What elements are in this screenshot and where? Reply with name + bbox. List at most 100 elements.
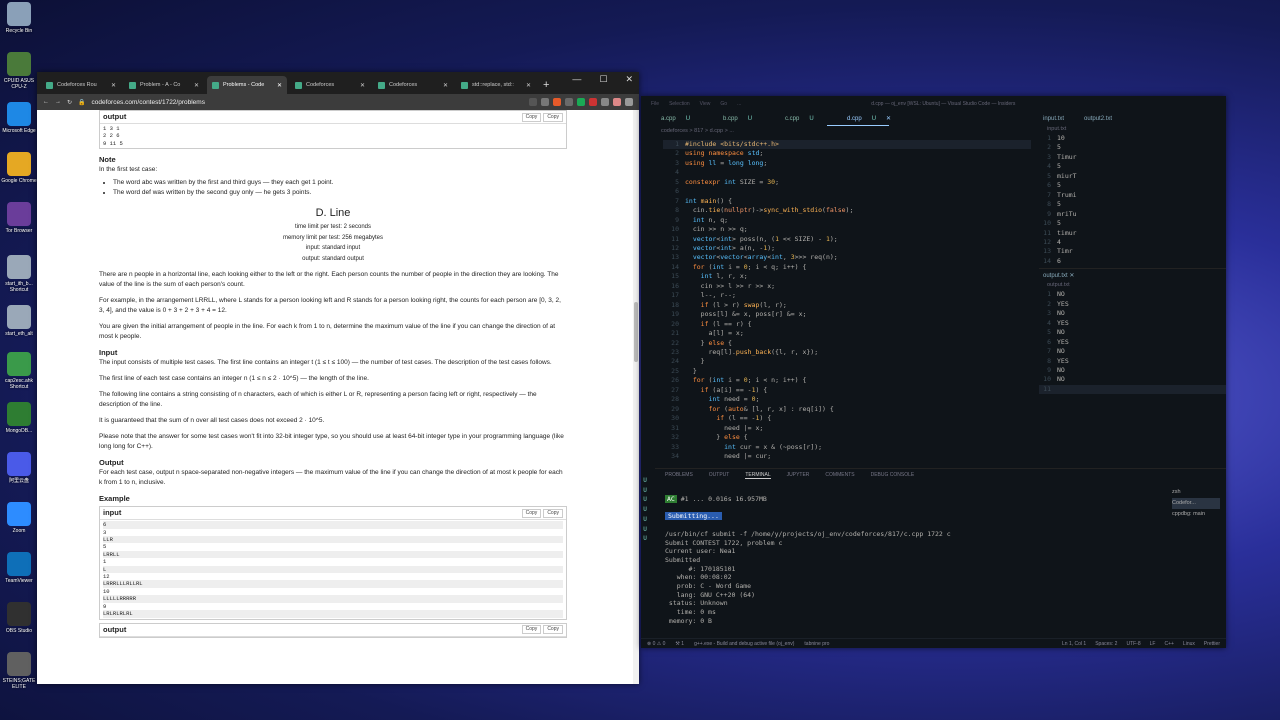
close-tab-icon[interactable]: ✕ bbox=[886, 115, 891, 122]
editor-tab[interactable]: a.cpp U bbox=[641, 112, 703, 126]
status-item[interactable]: Ln 1, Col 1 bbox=[1062, 641, 1086, 647]
code-token: < bbox=[759, 376, 772, 385]
browser-tab[interactable]: Codeforces ✕ bbox=[373, 76, 453, 94]
url-input[interactable]: codeforces.com/contest/1722/problems bbox=[92, 99, 205, 106]
maximize-icon[interactable]: ☐ bbox=[599, 74, 607, 85]
menu-item[interactable]: View bbox=[700, 101, 711, 107]
copy-button[interactable]: Copy bbox=[543, 625, 563, 634]
line-number: 7 bbox=[675, 196, 679, 205]
desktop-icon[interactable]: start_eth_alt bbox=[0, 305, 38, 337]
desktop-icon[interactable]: CPUID ASUS CPU-Z bbox=[0, 52, 38, 90]
close-tab-icon[interactable]: ✕ bbox=[443, 82, 448, 89]
status-item[interactable]: Spaces: 2 bbox=[1095, 641, 1117, 647]
desktop-icon[interactable]: Zoom bbox=[0, 502, 38, 534]
share-icon[interactable] bbox=[529, 98, 537, 106]
input-file-line: 1 10 bbox=[1039, 134, 1226, 143]
menu-item[interactable]: Selection bbox=[669, 101, 690, 107]
extension-icon[interactable] bbox=[553, 98, 561, 106]
status-item[interactable]: g++.exe - Build and debug active file (o… bbox=[694, 641, 794, 647]
tab-output-txt[interactable]: output.txt ✕ bbox=[1043, 272, 1074, 279]
ac-result: #1 ... 0.016s 16.957MB bbox=[676, 495, 767, 503]
close-tab-icon[interactable]: ✕ bbox=[360, 82, 365, 89]
desktop-icon[interactable]: start_ith_b... Shortcut bbox=[0, 255, 38, 293]
copy-button[interactable]: Copy bbox=[521, 625, 542, 634]
code-token: #include <bits/stdc++.h> bbox=[685, 140, 779, 148]
minimize-icon[interactable]: — bbox=[572, 74, 581, 85]
extension-icon[interactable] bbox=[577, 98, 585, 106]
close-tab-icon[interactable]: ✕ bbox=[277, 82, 282, 89]
panel-tab[interactable]: DEBUG CONSOLE bbox=[871, 472, 915, 478]
desktop-icon[interactable]: Microsoft Edge bbox=[0, 102, 38, 134]
browser-tab[interactable]: Problem - A - Co ✕ bbox=[124, 76, 204, 94]
line-number: 27 bbox=[671, 385, 679, 394]
status-item[interactable]: Linux bbox=[1183, 641, 1195, 647]
status-item[interactable]: UTF-8 bbox=[1126, 641, 1140, 647]
desktop-icon[interactable]: Tor Browser bbox=[0, 202, 38, 234]
panel-tab[interactable]: TERMINAL bbox=[745, 472, 771, 479]
reload-icon[interactable]: ↻ bbox=[67, 99, 72, 106]
forward-icon[interactable]: → bbox=[55, 99, 61, 105]
scrollbar-thumb[interactable] bbox=[634, 302, 638, 362]
panel-tab[interactable]: PROBLEMS bbox=[665, 472, 693, 478]
editor-tab[interactable]: d.cpp U ✕ bbox=[827, 112, 891, 126]
menu-item[interactable]: File bbox=[651, 101, 659, 107]
status-item[interactable]: LF bbox=[1150, 641, 1156, 647]
line-number: 9 bbox=[1047, 209, 1051, 218]
back-icon[interactable]: ← bbox=[43, 99, 49, 105]
browser-tab[interactable]: std::replace, std:: ✕ bbox=[456, 76, 536, 94]
desktop-icon[interactable]: TeamViewer bbox=[0, 552, 38, 584]
copy-button[interactable]: Copy bbox=[521, 112, 542, 122]
desktop-icon[interactable]: cap2esc.ahk Shortcut bbox=[0, 352, 38, 390]
close-tab-icon[interactable]: ✕ bbox=[526, 82, 531, 89]
terminal-instance[interactable]: zsh bbox=[1172, 487, 1220, 498]
panel-tab[interactable]: COMMENTS bbox=[825, 472, 854, 478]
code-editor[interactable]: 1 #include <bits/stdc++.h> 2 using namespac… bbox=[663, 140, 1031, 461]
terminal-instance[interactable]: cppdbg: main bbox=[1172, 509, 1220, 520]
close-tab-icon[interactable]: ✕ bbox=[111, 82, 116, 89]
bookmark-icon[interactable] bbox=[541, 98, 549, 106]
panel-tab[interactable]: JUPYTER bbox=[787, 472, 810, 478]
status-item[interactable]: tabnine pro bbox=[804, 641, 829, 647]
status-item[interactable]: Prettier bbox=[1204, 641, 1220, 647]
avatar[interactable] bbox=[613, 98, 621, 106]
status-item[interactable]: ⚒ 1 bbox=[675, 641, 684, 647]
close-tab-icon[interactable]: ✕ bbox=[194, 82, 199, 89]
desktop-icon[interactable]: 阿里云盘 bbox=[0, 452, 38, 484]
desktop-icon[interactable]: MongoDB... bbox=[0, 402, 38, 434]
extensions-puzzle-icon[interactable] bbox=[601, 98, 609, 106]
status-item[interactable]: ⊗ 0 ⚠ 0 bbox=[647, 641, 665, 647]
desktop-icon[interactable]: OBS Studio bbox=[0, 602, 38, 634]
desktop-icon[interactable]: Recycle Bin bbox=[0, 2, 38, 34]
extension-icon[interactable] bbox=[565, 98, 573, 106]
browser-tab[interactable]: Codeforces Rou ✕ bbox=[41, 76, 121, 94]
copy-button[interactable]: Copy bbox=[543, 508, 563, 518]
menu-item[interactable]: Go bbox=[720, 101, 727, 107]
menu-icon[interactable] bbox=[625, 98, 633, 106]
close-icon[interactable]: ✕ bbox=[625, 74, 633, 85]
copy-button[interactable]: Copy bbox=[543, 112, 563, 122]
code-line: 11 vector<int> poss(n, (1 << SIZE) - 1); bbox=[663, 235, 1031, 244]
panel-tab[interactable]: OUTPUT bbox=[709, 472, 730, 478]
new-tab-icon[interactable]: + bbox=[543, 76, 549, 94]
extension-icon[interactable] bbox=[589, 98, 597, 106]
status-item[interactable]: C++ bbox=[1164, 641, 1173, 647]
input-file-editor[interactable]: 1 10 2 5 3 Timur 4 5 5 miurT 6 5 7 Trumi 8 5 9 mriTu 10 5 11… bbox=[1039, 134, 1226, 266]
example-input-line: 6 bbox=[103, 521, 563, 529]
editor-tab[interactable]: b.cpp U bbox=[703, 112, 765, 126]
menu-item[interactable]: ... bbox=[737, 101, 741, 107]
output-file-editor[interactable]: 1 NO 2 YES 3 NO 4 YES 5 NO 6 YES 7 NO 8 YES 9 NO 10 NO 11 bbox=[1039, 290, 1226, 395]
browser-tab[interactable]: Codeforces ✕ bbox=[290, 76, 370, 94]
editor-tab[interactable]: c.cpp U bbox=[765, 112, 827, 126]
page-scrollbar[interactable] bbox=[633, 110, 639, 684]
terminal-instance[interactable]: Codefor... bbox=[1172, 498, 1220, 509]
code-text: #include <bits/stdc++.h> bbox=[685, 140, 779, 149]
right-editor-tab[interactable]: output2.txt bbox=[1084, 116, 1112, 122]
editor-tab-label: a.cpp bbox=[661, 116, 676, 122]
desktop-icon[interactable]: STEINS;GATE ELITE bbox=[0, 652, 38, 690]
right-editor-tab[interactable]: input.txt bbox=[1043, 116, 1064, 122]
copy-button[interactable]: Copy bbox=[521, 508, 542, 518]
browser-tab[interactable]: Problems - Code ✕ bbox=[207, 76, 287, 94]
terminal-output[interactable]: AC #1 ... 0.016s 16.957MB Submitting... … bbox=[665, 495, 1165, 626]
desktop-icon[interactable]: Google Chrome bbox=[0, 152, 38, 184]
